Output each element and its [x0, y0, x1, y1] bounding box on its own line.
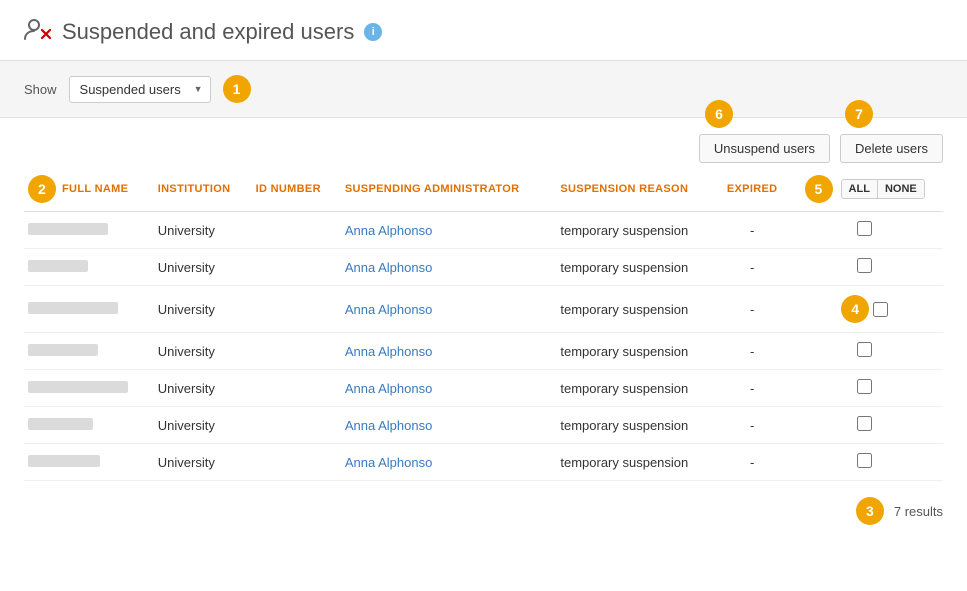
callout-2: 2 [28, 175, 56, 203]
cell-expired: - [718, 370, 790, 407]
cell-institution: University [154, 249, 252, 286]
cell-expired: - [718, 249, 790, 286]
table-row: University Anna Alphonsotemporary suspens… [24, 444, 943, 481]
none-toggle-btn[interactable]: NONE [877, 180, 924, 198]
row-checkbox[interactable] [857, 342, 872, 357]
cell-fullname[interactable] [24, 370, 154, 407]
cell-checkbox[interactable] [790, 370, 943, 407]
show-label: Show [24, 82, 57, 97]
cell-reason: temporary suspension [556, 333, 718, 370]
cell-expired: - [718, 212, 790, 249]
table-row: University Anna Alphonsotemporary suspens… [24, 407, 943, 444]
cell-fullname[interactable] [24, 333, 154, 370]
cell-fullname[interactable] [24, 249, 154, 286]
col-checkbox-header[interactable]: 5 ALL NONE [790, 167, 943, 212]
cell-admin[interactable]: Anna Alphonso [341, 286, 557, 333]
callout-1: 1 [223, 75, 251, 103]
cell-expired: - [718, 407, 790, 444]
callout-4: 4 [841, 295, 869, 323]
cell-admin[interactable]: Anna Alphonso [341, 444, 557, 481]
table-row: University Anna Alphonsotemporary suspens… [24, 286, 943, 333]
table-body: UniversityAnna Alphonsotemporary suspens… [24, 212, 943, 481]
cell-fullname[interactable] [24, 212, 154, 249]
cell-expired: - [718, 444, 790, 481]
delete-users-button[interactable]: Delete users [840, 134, 943, 163]
cell-institution: University [154, 212, 252, 249]
col-fullname-header: 2 FULL NAME [24, 167, 154, 212]
cell-reason: temporary suspension [556, 444, 718, 481]
cell-admin[interactable]: Anna Alphonso [341, 333, 557, 370]
cell-checkbox[interactable] [790, 333, 943, 370]
row-checkbox[interactable] [857, 453, 872, 468]
all-toggle-btn[interactable]: ALL [842, 180, 877, 198]
callout-3: 3 [856, 497, 884, 525]
unsuspend-users-button[interactable]: Unsuspend users [699, 134, 830, 163]
row-checkbox[interactable] [873, 302, 888, 317]
cell-institution: University [154, 370, 252, 407]
cell-admin[interactable]: Anna Alphonso [341, 249, 557, 286]
cell-institution: University [154, 444, 252, 481]
cell-admin[interactable]: Anna Alphonso [341, 407, 557, 444]
results-count: 7 results [894, 504, 943, 519]
table-row: University Anna Alphonsotemporary suspens… [24, 333, 943, 370]
callout-6: 6 [705, 100, 733, 128]
col-idnumber-header: ID NUMBER [252, 167, 341, 212]
row-checkbox[interactable] [857, 379, 872, 394]
cell-reason: temporary suspension [556, 370, 718, 407]
results-row: 3 7 results [24, 497, 943, 525]
page-header: Suspended and expired users i [0, 0, 967, 61]
cell-checkbox[interactable] [790, 444, 943, 481]
cell-idnumber [252, 333, 341, 370]
cell-expired: - [718, 333, 790, 370]
cell-reason: temporary suspension [556, 249, 718, 286]
cell-idnumber [252, 370, 341, 407]
cell-admin[interactable]: Anna Alphonso [341, 212, 557, 249]
row-checkbox[interactable] [857, 416, 872, 431]
cell-reason: temporary suspension [556, 407, 718, 444]
callout-5: 5 [805, 175, 833, 203]
row-checkbox[interactable] [857, 221, 872, 236]
col-reason-header: SUSPENSION REASON [556, 167, 718, 212]
page-title: Suspended and expired users [62, 19, 354, 45]
cell-fullname[interactable] [24, 286, 154, 333]
cell-checkbox[interactable] [790, 407, 943, 444]
cell-fullname[interactable] [24, 407, 154, 444]
cell-idnumber [252, 286, 341, 333]
show-select[interactable]: Suspended usersExpired usersAll [69, 76, 211, 103]
callout-7: 7 [845, 100, 873, 128]
cell-checkbox[interactable]: 4 [790, 286, 943, 333]
cell-checkbox[interactable] [790, 212, 943, 249]
cell-idnumber [252, 212, 341, 249]
col-institution-header: INSTITUTION [154, 167, 252, 212]
cell-institution: University [154, 286, 252, 333]
all-none-toggle[interactable]: ALL NONE [841, 179, 925, 199]
cell-idnumber [252, 249, 341, 286]
show-select-wrapper[interactable]: Suspended usersExpired usersAll [69, 76, 211, 103]
cell-institution: University [154, 333, 252, 370]
cell-reason: temporary suspension [556, 212, 718, 249]
info-icon[interactable]: i [364, 23, 382, 41]
cell-checkbox[interactable] [790, 249, 943, 286]
user-table: 2 FULL NAME INSTITUTION ID NUMBER SUSPEN… [24, 167, 943, 481]
cell-fullname[interactable] [24, 444, 154, 481]
cell-idnumber [252, 407, 341, 444]
cell-expired: - [718, 286, 790, 333]
main-content: 6 7 Unsuspend users Delete users 2 FULL … [0, 118, 967, 549]
table-row: University Anna Alphonsotemporary suspens… [24, 370, 943, 407]
users-suspended-icon [24, 18, 52, 46]
col-expired-header: EXPIRED [718, 167, 790, 212]
cell-institution: University [154, 407, 252, 444]
col-admin-header: SUSPENDING ADMINISTRATOR [341, 167, 557, 212]
table-row: University Anna Alphonsotemporary suspens… [24, 212, 943, 249]
cell-reason: temporary suspension [556, 286, 718, 333]
table-header-row: 2 FULL NAME INSTITUTION ID NUMBER SUSPEN… [24, 167, 943, 212]
cell-admin[interactable]: Anna Alphonso [341, 370, 557, 407]
row-checkbox[interactable] [857, 258, 872, 273]
cell-idnumber [252, 444, 341, 481]
table-row: University Anna Alphonsotemporary suspens… [24, 249, 943, 286]
filter-bar: Show Suspended usersExpired usersAll 1 [0, 61, 967, 118]
